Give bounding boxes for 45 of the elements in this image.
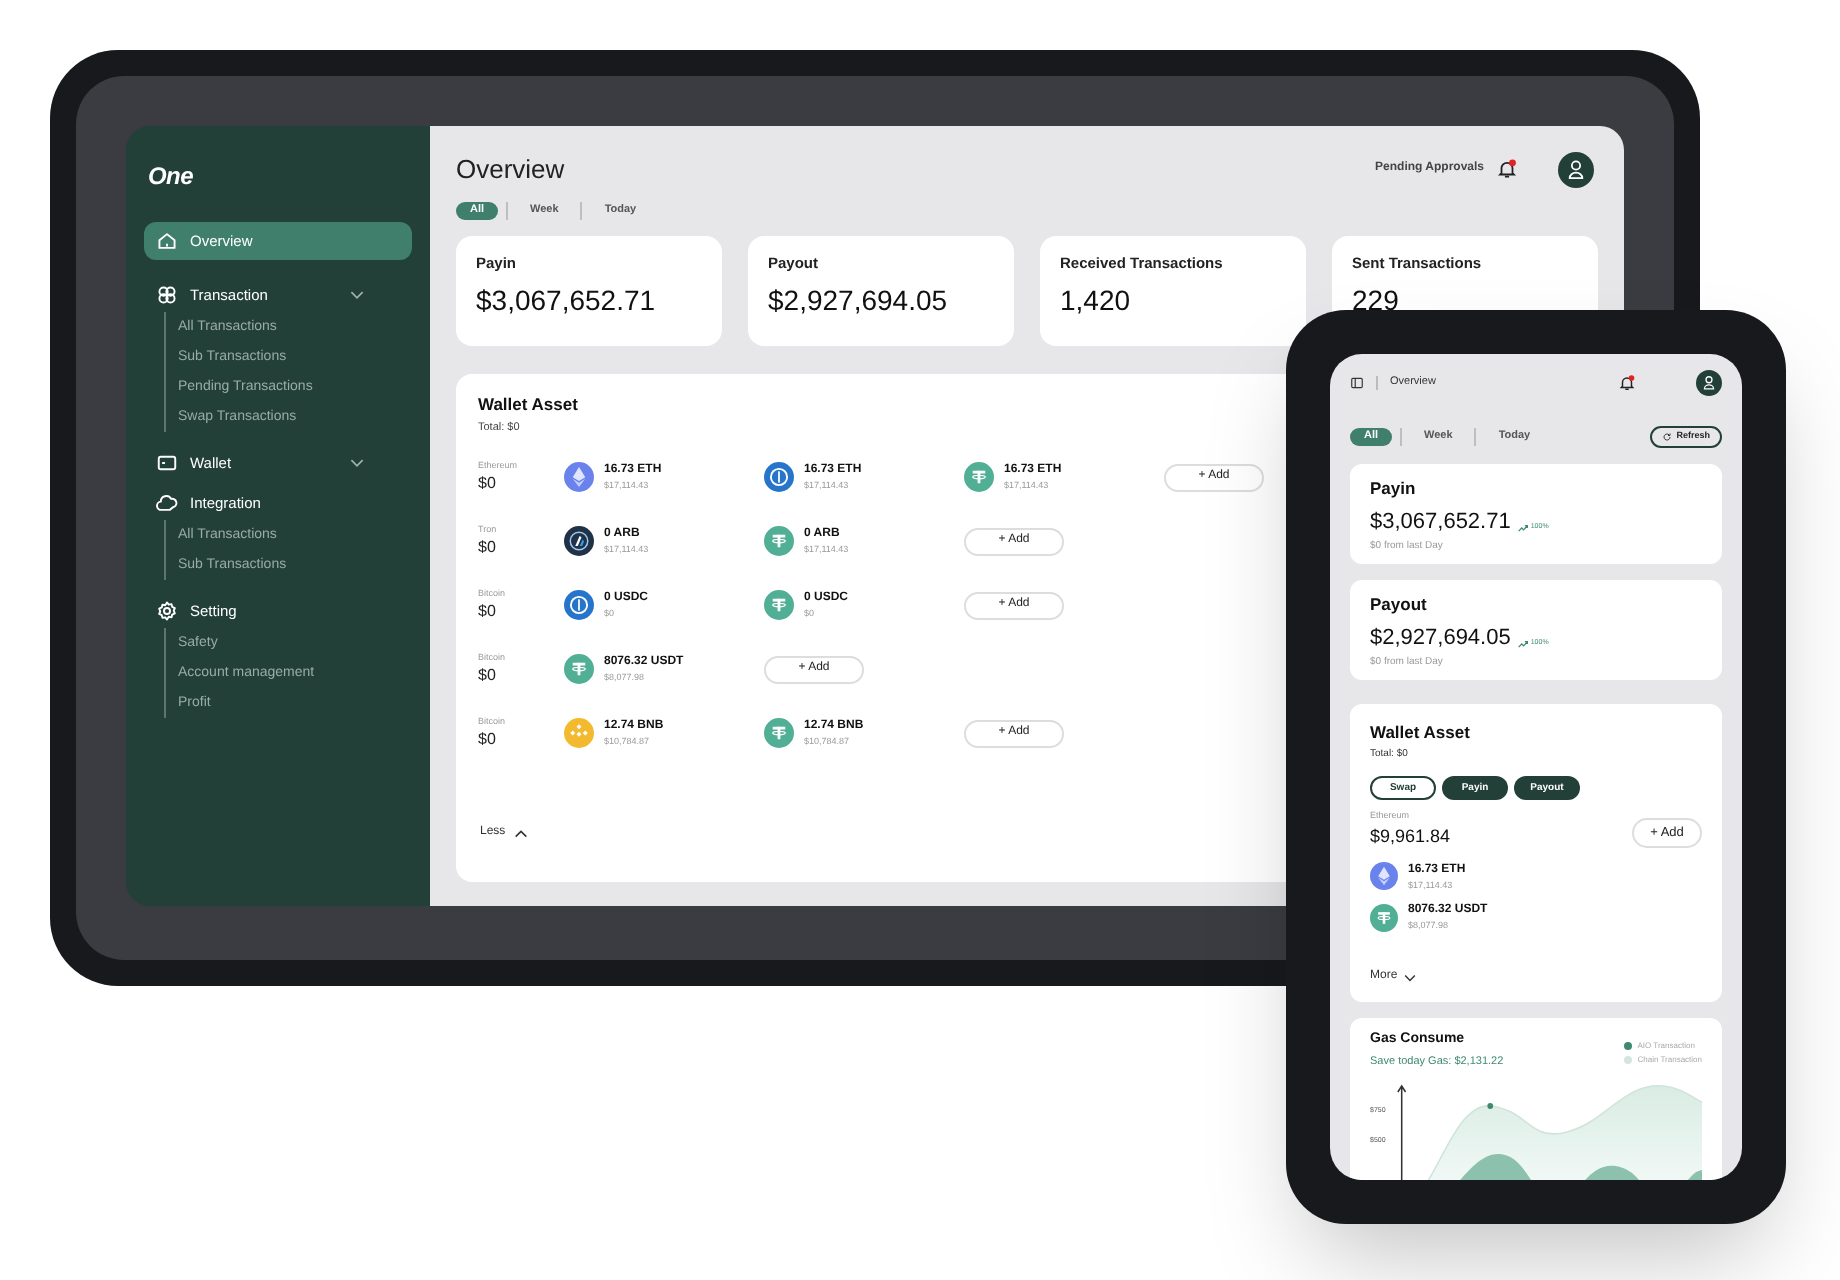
circles-icon — [156, 284, 178, 306]
logo: One — [148, 160, 195, 194]
chevron-down-icon — [1403, 973, 1416, 981]
avatar[interactable] — [1558, 151, 1594, 188]
stat-value: 1,420 — [1060, 281, 1133, 320]
home-icon — [156, 230, 178, 252]
avatar[interactable] — [1696, 369, 1722, 395]
bell-icon[interactable] — [1618, 373, 1636, 391]
bell-icon[interactable] — [1496, 158, 1518, 181]
ethereum-coin-icon — [1370, 862, 1398, 891]
stat-value: $3,067,652.71 — [476, 281, 658, 320]
ethereum-coin-icon — [564, 461, 594, 492]
cloud-icon — [156, 492, 178, 514]
page-title: Overview — [456, 152, 565, 188]
shield-coin-icon — [564, 525, 594, 556]
wallet-icon — [156, 452, 178, 474]
tether-coin-icon — [764, 717, 794, 748]
trend-up-icon — [1518, 523, 1529, 532]
settings-icon — [156, 600, 178, 622]
sidebar-toggle-icon[interactable] — [1350, 375, 1364, 389]
stat-value: 229 — [1352, 281, 1401, 320]
stat-value: $2,927,694.05 — [768, 281, 950, 320]
section-title: Wallet Asset — [478, 391, 580, 417]
network-balance: $0 — [478, 536, 498, 561]
network-balance: $0 — [478, 728, 498, 753]
tether-coin-icon — [564, 653, 594, 684]
tether-coin-icon — [764, 525, 794, 556]
dollar-coin-icon — [564, 589, 594, 620]
network-balance: $0 — [478, 600, 498, 625]
trend-up-icon — [1518, 639, 1529, 648]
tether-coin-icon — [1370, 904, 1398, 933]
chevron-up-icon — [513, 829, 528, 837]
network-balance: $0 — [478, 472, 498, 497]
diamond-coin-icon — [564, 717, 594, 748]
refresh-icon — [1662, 432, 1673, 442]
stat-label: Payin — [1370, 476, 1418, 502]
dollar-coin-icon — [764, 461, 794, 492]
tether-coin-icon — [764, 589, 794, 620]
network-balance: $0 — [478, 664, 498, 689]
section-title: Wallet Asset — [1370, 720, 1472, 746]
tether-coin-icon — [964, 461, 994, 492]
network-balance: $9,961.84 — [1370, 824, 1451, 850]
stat-value: $2,927,694.05 — [1370, 623, 1511, 654]
stat-label: Payout — [1370, 592, 1429, 618]
stat-value: $3,067,652.71 — [1370, 507, 1511, 538]
